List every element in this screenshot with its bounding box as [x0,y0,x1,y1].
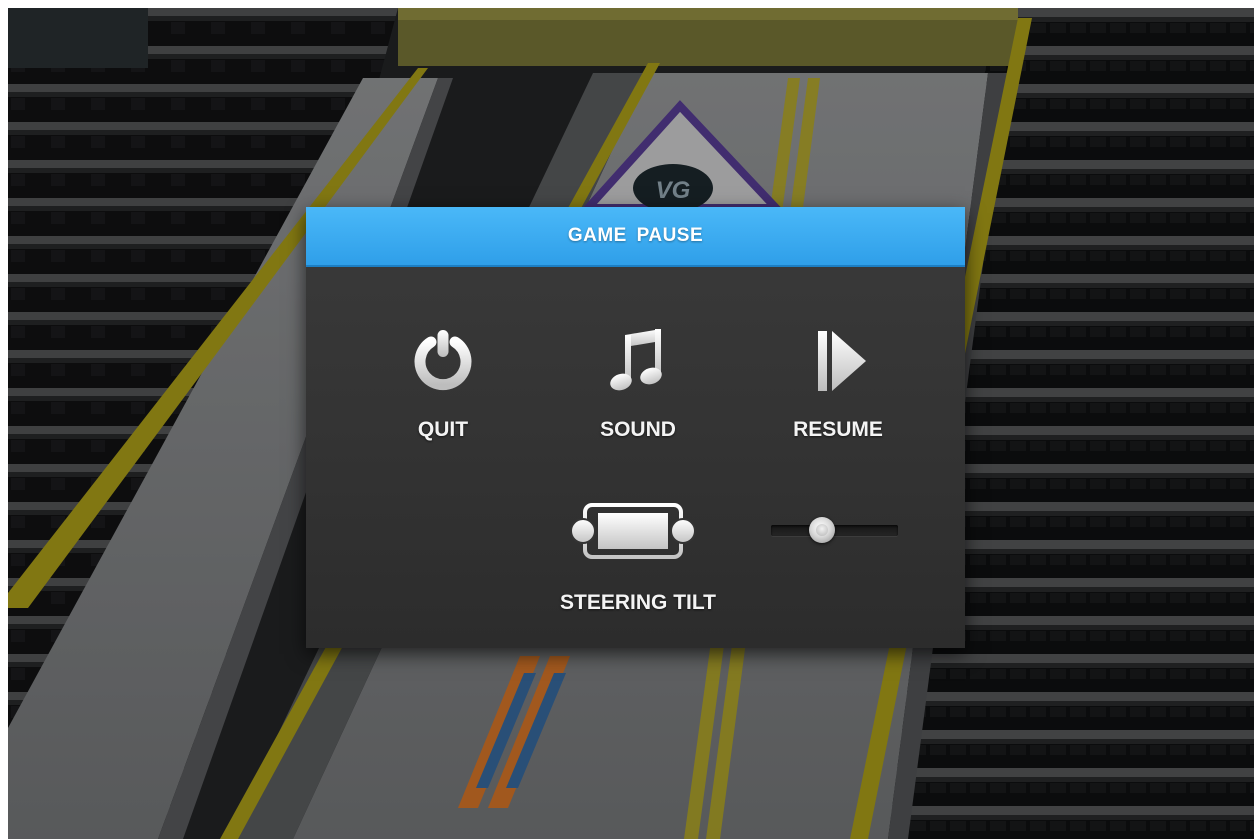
pause-dialog: GAME PAUSE QUIT SOUND RESUME STEERING TI… [306,207,965,648]
music-note-icon [610,329,662,391]
steering-tilt-label: STEERING TILT [560,591,716,614]
game-viewport: VG GAME PAUSE QUIT SOUND RESUME STEERING… [8,8,1254,839]
tilt-sensitivity-slider[interactable] [771,517,901,543]
sound-button[interactable]: SOUND [573,317,703,457]
power-icon [414,330,472,391]
quit-button[interactable]: QUIT [378,317,508,457]
resume-label: RESUME [793,418,883,441]
slider-thumb[interactable] [809,517,835,543]
resume-button[interactable]: RESUME [773,317,903,457]
quit-label: QUIT [417,418,469,441]
dialog-title: GAME PAUSE [567,225,704,246]
sound-label: SOUND [600,418,676,441]
tilt-device-icon [570,503,696,559]
play-icon [818,331,866,391]
steering-tilt-button[interactable]: STEERING TILT [528,492,748,622]
dialog-header: GAME PAUSE [306,207,965,267]
